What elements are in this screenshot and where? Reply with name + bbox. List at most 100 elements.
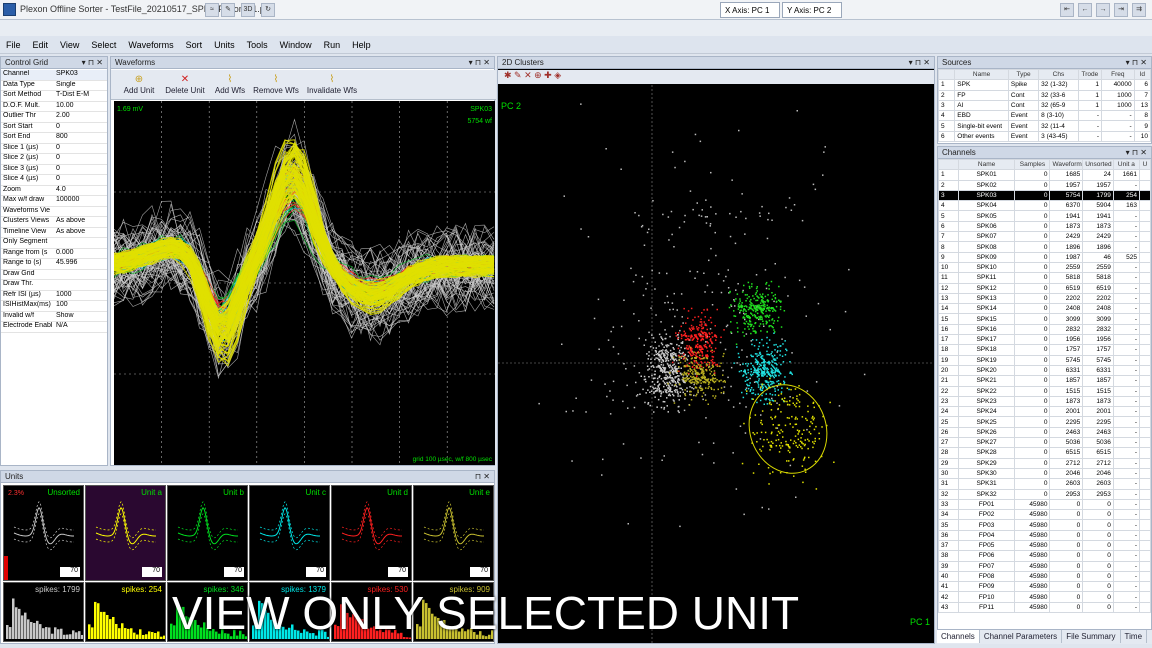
channel-row[interactable]: 16 SPK16 0 2832 2832- <box>938 323 1151 336</box>
row-value[interactable]: 0 <box>56 175 60 182</box>
channel-row[interactable]: 34 FP02 45980 0 0- <box>938 509 1151 521</box>
channel-row[interactable]: 30 SPK30 0 2046 2046- <box>938 467 1151 480</box>
channel-row[interactable]: 36 FP04 45980 0 0- <box>938 529 1151 541</box>
channel-row[interactable]: 41 FP09 45980 0 0- <box>938 581 1151 593</box>
row-value[interactable]: 0 <box>56 154 60 161</box>
channel-row[interactable]: 13 SPK13 0 2202 2202- <box>938 292 1151 305</box>
channel-row[interactable]: 20 SPK20 0 6331 6331- <box>938 364 1151 377</box>
control-grid-row[interactable]: Zoom 4.0 <box>1 186 107 196</box>
waveform-view-icon[interactable]: ≈ <box>205 3 219 17</box>
add-wfs-button[interactable]: ⌇ Add Wfs <box>211 74 249 98</box>
channel-row[interactable]: 31 SPK31 0 2603 2603- <box>938 478 1151 490</box>
row-value[interactable]: 0 <box>56 123 60 130</box>
cluster-tool-icons[interactable]: ✱ ✎ ✕ ⊕ ✚ ◈ <box>504 70 561 80</box>
row-value[interactable]: N/A <box>56 322 68 329</box>
channel-row[interactable]: 32 SPK32 0 2953 2953- <box>938 488 1151 500</box>
menu-view[interactable]: View <box>54 36 85 54</box>
unit-cell[interactable]: 2.3% Unsorted 70 <box>3 485 84 581</box>
nav-page-icon[interactable]: ⇉ <box>1132 3 1146 17</box>
control-grid-row[interactable]: Slice 4 (µs) 0 <box>1 175 107 186</box>
menu-file[interactable]: File <box>0 36 27 54</box>
nav-prev-icon[interactable]: ← <box>1078 3 1092 17</box>
menu-edit[interactable]: Edit <box>27 36 55 54</box>
channel-row[interactable]: 35 FP03 45980 0 0- <box>938 519 1151 531</box>
control-grid-row[interactable]: Slice 1 (µs) 0 <box>1 144 107 154</box>
channel-row[interactable]: 42 FP10 45980 0 0- <box>938 591 1151 603</box>
menu-window[interactable]: Window <box>274 36 318 54</box>
unit-cell[interactable]: Unit a 70 <box>85 485 166 581</box>
unit-cell[interactable]: Unit b 70 <box>167 485 248 581</box>
sources-row[interactable]: 5 Single-bit event Event 32 (11-4- -9 <box>937 120 1152 132</box>
unit-cell[interactable]: Unit d 70 <box>331 485 412 581</box>
channel-row[interactable]: 11 SPK11 0 5818 5818- <box>938 272 1151 284</box>
channel-row[interactable]: 26 SPK26 0 2463 2463- <box>938 426 1151 439</box>
row-value[interactable]: 0 <box>56 144 60 151</box>
row-value[interactable]: 4.0 <box>56 186 66 193</box>
tab-file-summary[interactable]: File Summary <box>1062 630 1121 643</box>
control-grid-row[interactable]: Range from (s 0.000 <box>1 249 107 259</box>
sources-row[interactable]: 1 SPK Spike 32 (1-32) 1 40000 6 <box>937 79 1152 91</box>
menu-help[interactable]: Help <box>346 36 377 54</box>
channel-row[interactable]: 18 SPK18 0 1757 1757- <box>938 344 1151 356</box>
unit-spinner[interactable]: 70 <box>306 567 326 577</box>
y-axis-select[interactable]: Y Axis: PC 2 <box>782 2 842 18</box>
control-grid-row[interactable]: Data Type Single <box>1 81 107 91</box>
channel-row[interactable]: 12 SPK12 0 6519 6519- <box>938 282 1151 294</box>
add-unit-button[interactable]: ⊕ Add Unit <box>119 74 159 98</box>
control-grid-row[interactable]: D.O.F. Mult. 10.00 <box>1 102 107 112</box>
channel-row[interactable]: 27 SPK27 0 5036 5036- <box>938 437 1151 449</box>
nav-last-icon[interactable]: ⇥ <box>1114 3 1128 17</box>
row-value[interactable]: Show <box>56 312 74 319</box>
channel-row[interactable]: 8 SPK08 0 1896 1896- <box>938 241 1151 253</box>
row-value[interactable]: As above <box>56 228 85 235</box>
unit-spinner[interactable]: 70 <box>60 567 80 577</box>
delete-unit-button[interactable]: ✕ Delete Unit <box>161 74 209 98</box>
channel-row[interactable]: 1 SPK01 0 1685 24 1661 <box>938 169 1151 181</box>
channels-table[interactable]: Name Samples Waveform Unsorted Unit a U 1 SPK01… <box>938 158 1151 614</box>
channel-row[interactable]: 43 FP11 45980 0 0- <box>938 601 1151 614</box>
row-value[interactable]: 10.00 <box>56 102 74 109</box>
control-grid-row[interactable]: ISIHistMax(ms) 100 <box>1 301 107 312</box>
row-value[interactable]: 0.000 <box>56 249 74 256</box>
channel-row[interactable]: 39 FP07 45980 0 0- <box>938 560 1151 572</box>
control-grid-row[interactable]: Slice 3 (µs) 0 <box>1 165 107 175</box>
cluster-3d-icon[interactable]: 3D <box>241 3 255 17</box>
row-value[interactable]: 45.996 <box>56 259 77 266</box>
channel-row[interactable]: 33 FP01 45980 0 0- <box>938 498 1151 511</box>
unit-a-boundary[interactable] <box>737 374 839 485</box>
menu-sort[interactable]: Sort <box>180 36 209 54</box>
menu-tools[interactable]: Tools <box>241 36 274 54</box>
control-grid-row[interactable]: Clusters Views As above <box>1 217 107 228</box>
control-grid-row[interactable]: Slice 2 (µs) 0 <box>1 154 107 165</box>
channel-row[interactable]: 5 SPK05 0 1941 1941- <box>938 210 1151 222</box>
sources-table[interactable]: Name Type Chs Trode Freq Id 1 SPK Spike 32 (1-32)… <box>937 68 1152 143</box>
channel-row[interactable]: 23 SPK23 0 1873 1873- <box>938 395 1151 408</box>
channel-row[interactable]: 4 SPK04 0 6370 5904 163 <box>938 200 1151 212</box>
channel-row[interactable]: 9 SPK09 0 1987 46 525 <box>938 251 1151 263</box>
channel-row[interactable]: 7 SPK07 0 2429 2429- <box>938 231 1151 243</box>
control-grid-row[interactable]: Outlier Thr 2.00 <box>1 112 107 123</box>
channel-row[interactable]: 10 SPK10 0 2559 2559- <box>938 261 1151 274</box>
recalc-icon[interactable]: ↻ <box>261 3 275 17</box>
row-value[interactable]: 800 <box>56 133 68 140</box>
control-grid-row[interactable]: Range to (s) 45.996 <box>1 259 107 270</box>
sources-row[interactable]: 2 FP Cont 32 (33-6 1 1000 7 <box>937 89 1152 101</box>
menu-units[interactable]: Units <box>208 36 241 54</box>
channel-row[interactable]: 15 SPK15 0 3099 3099- <box>938 313 1151 325</box>
control-grid-row[interactable]: Draw Grid <box>1 270 107 280</box>
unit-cell[interactable]: Unit e 70 <box>413 485 494 581</box>
remove-wfs-button[interactable]: ⌇ Remove Wfs <box>251 74 301 98</box>
nav-next-icon[interactable]: → <box>1096 3 1110 17</box>
channel-row[interactable]: 25 SPK25 0 2295 2295- <box>938 416 1151 428</box>
unit-spinner[interactable]: 70 <box>470 567 490 577</box>
sources-row[interactable]: 3 AI Cont 32 (65-9 1 1000 13 <box>937 99 1152 112</box>
menu-waveforms[interactable]: Waveforms <box>122 36 179 54</box>
control-grid-row[interactable]: Only Segment <box>1 238 107 249</box>
row-value[interactable]: T-Dist E-M <box>56 91 89 98</box>
channel-row[interactable]: 6 SPK06 0 1873 1873- <box>938 220 1151 233</box>
channel-row[interactable]: 40 FP08 45980 0 0- <box>938 570 1151 583</box>
menu-run[interactable]: Run <box>318 36 347 54</box>
channel-row[interactable]: 21 SPK21 0 1857 1857- <box>938 375 1151 387</box>
channel-row[interactable]: 38 FP06 45980 0 0- <box>938 550 1151 562</box>
row-value[interactable]: 100 <box>56 301 68 308</box>
